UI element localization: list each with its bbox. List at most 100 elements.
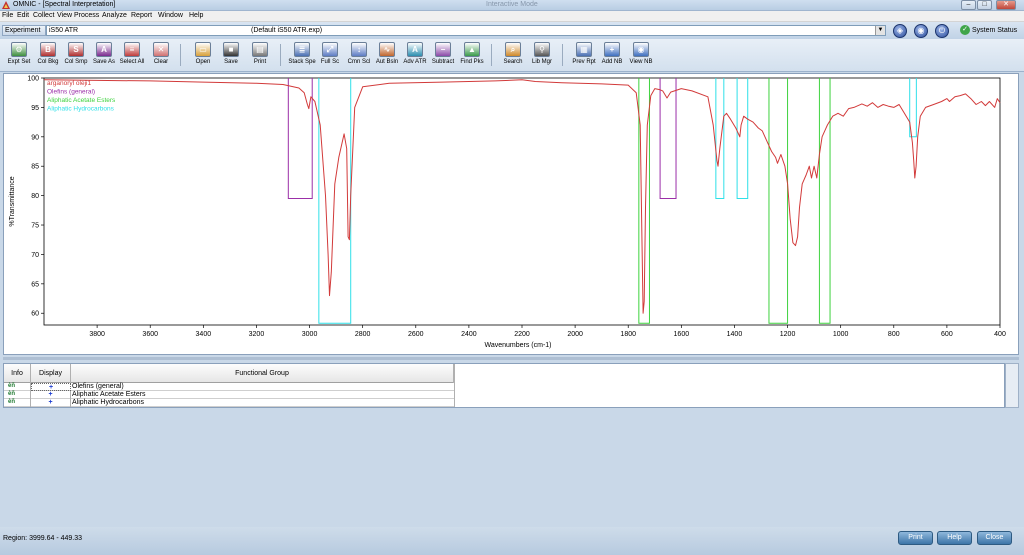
info-cell[interactable]: ѐñ [4,399,31,407]
print-icon: ▤ [252,42,268,57]
collect-background-icon: B [40,42,56,57]
status-check-icon: ✓ [960,25,970,36]
toolbar-button-stack-spe[interactable]: ≣ Stack Spe [287,42,317,70]
x-tick-label: 2200 [514,331,530,338]
omnic-logo-icon [2,1,10,9]
view-notebook-icon: ◉ [633,42,649,57]
toolbar-button-print[interactable]: ▤ Print [245,42,275,70]
window-title: OMNIC - [Spectral Interpretation] [13,1,116,8]
x-tick-label: 3200 [249,331,265,338]
bench-status-round-button[interactable]: ◉ [914,24,928,38]
region-box-aliphatic-acetate-esters8[interactable] [818,78,831,324]
functional-group-name: Aliphatic Acetate Esters [72,391,146,398]
toolbar-button-aut-bsln[interactable]: ∿ Aut Bsln [372,42,402,70]
y-tick-label: 75 [31,223,39,230]
menu-view[interactable]: View [57,12,72,19]
open-folder-icon: ▭ [195,42,211,57]
experiment-default: (Default iS50 ATR.exp) [251,27,323,34]
toolbar-button-lib-mgr[interactable]: ⚲ Lib Mgr [527,42,557,70]
experiment-setup-round-button[interactable]: ◈ [893,24,907,38]
minimize-button[interactable]: – [961,0,976,10]
legend-entry: Aliphatic Hydrocarbons [47,106,115,113]
toolbar-button-save[interactable]: ■ Save [216,42,246,70]
functional-group-table: Info Display Functional Group ѐñ + Olefi… [3,363,1005,408]
info-icon[interactable]: ѐñ [8,399,20,406]
column-header-info[interactable]: Info [4,364,31,383]
toolbar-button-find-pks[interactable]: ▲ Find Pks [457,42,487,70]
display-toggle[interactable]: + [31,391,71,399]
x-tick-label: 1800 [620,331,636,338]
toolbar-button-col-bkg[interactable]: B Col Bkg [33,42,63,70]
toolbar-button-save-as[interactable]: A Save As [89,42,119,70]
pane-splitter[interactable] [3,357,1019,360]
x-tick-label: 3600 [142,331,158,338]
spectrum-chart[interactable]: 3800 3600 3400 3200 3000 2800 2600 2400 2200 2000… [4,74,1018,354]
display-toggle[interactable]: + [31,399,71,407]
menu-analyze[interactable]: Analyze [102,12,127,19]
functional-group-name: Olefins (general) [72,383,124,390]
y-tick-label: 95 [31,105,39,112]
help-button[interactable]: Help [937,531,972,545]
info-icon[interactable]: ѐñ [8,391,20,398]
find-peaks-icon: ▲ [464,42,480,57]
region-box-aliphatic-hydrocarbons3[interactable] [715,78,725,200]
spectrum-line-0[interactable] [43,79,1001,314]
experiment-value: iS50 ATR [49,27,79,34]
menu-file[interactable]: File [2,12,13,19]
info-cell[interactable]: ѐñ [4,391,31,399]
toolbar-button-full-sc[interactable]: ⤢ Full Sc [315,42,345,70]
experiment-select[interactable]: iS50 ATR (Default iS50 ATR.exp) ▼ [46,25,886,36]
toolbar-button-search[interactable]: ⌕ Search [498,42,528,70]
menu-report[interactable]: Report [131,12,152,19]
toolbar-button-expt-set[interactable]: ⚙ Expt Set [4,42,34,70]
region-box-aliphatic-acetate-esters7[interactable] [768,78,789,324]
experiment-label: Experiment [2,25,46,36]
clear-icon: ✕ [153,42,169,57]
toolbar-button-open[interactable]: ▭ Open [188,42,218,70]
toolbar-button-col-smp[interactable]: S Col Smp [61,42,91,70]
menu-help[interactable]: Help [189,12,203,19]
region-box-aliphatic-hydrocarbons2[interactable] [318,78,352,324]
system-status[interactable]: ✓ System Status [960,25,1017,37]
column-header-display[interactable]: Display [31,364,71,383]
toolbar-button-clear[interactable]: ✕ Clear [146,42,176,70]
status-bar: Region: 3999.64 - 449.33 Print Help Clos… [0,527,1024,555]
toolbar-button-cmn-scl[interactable]: ↕ Cmn Scl [344,42,374,70]
chevron-down-icon[interactable]: ▼ [875,26,885,35]
plot-frame [43,77,1001,326]
menu-collect[interactable]: Collect [33,12,54,19]
region-box-olefins-general-0[interactable] [287,78,313,200]
spectrum-window[interactable]: 3800 3600 3400 3200 3000 2800 2600 2400 2200 2000… [3,73,1019,355]
toolbar-button-add-nb[interactable]: + Add NB [597,42,627,70]
menu-window[interactable]: Window [158,12,183,19]
display-toggle[interactable]: + [31,383,71,391]
maximize-button[interactable]: □ [977,0,992,10]
toolbar-label: Print [253,59,267,65]
toolbar-button-adv-atr[interactable]: A Adv ATR [400,42,430,70]
table-scrollbar[interactable] [1005,363,1019,408]
power-round-button[interactable]: ⏻ [935,24,949,38]
table-row[interactable]: ѐñ + Aliphatic Hydrocarbons [4,399,454,407]
toolbar-button-subtract[interactable]: − Subtract [428,42,458,70]
add-notebook-icon: + [604,42,620,57]
toolbar-button-view-nb[interactable]: ◉ View NB [626,42,656,70]
functional-group-name: Aliphatic Hydrocarbons [72,399,144,406]
print-button[interactable]: Print [898,531,933,545]
close-button[interactable]: Close [977,531,1012,545]
toolbar-button-select-all[interactable]: ≡ Select All [117,42,147,70]
table-row[interactable]: ѐñ + Olefins (general) [4,383,454,391]
menu-edit[interactable]: Edit [17,12,29,19]
subtract-icon: − [435,42,451,57]
table-row[interactable]: ѐñ + Aliphatic Acetate Esters [4,391,454,399]
system-status-label: System Status [971,27,1018,34]
experiment-bar: Experiment iS50 ATR (Default iS50 ATR.ex… [0,22,1024,39]
region-value: 3999.64 - 449.33 [29,535,83,542]
close-window-button[interactable]: ✕ [996,0,1016,10]
toolbar-button-prev-rpt[interactable]: ▦ Prev Rpt [569,42,599,70]
x-tick-label: 3800 [89,331,105,338]
info-icon[interactable]: ѐñ [8,383,20,390]
info-cell[interactable]: ѐñ [4,383,31,391]
column-header-functional-group[interactable]: Functional Group [71,364,454,383]
menu-process[interactable]: Process [74,12,99,19]
region-box-aliphatic-hydrocarbons4[interactable] [736,78,749,200]
